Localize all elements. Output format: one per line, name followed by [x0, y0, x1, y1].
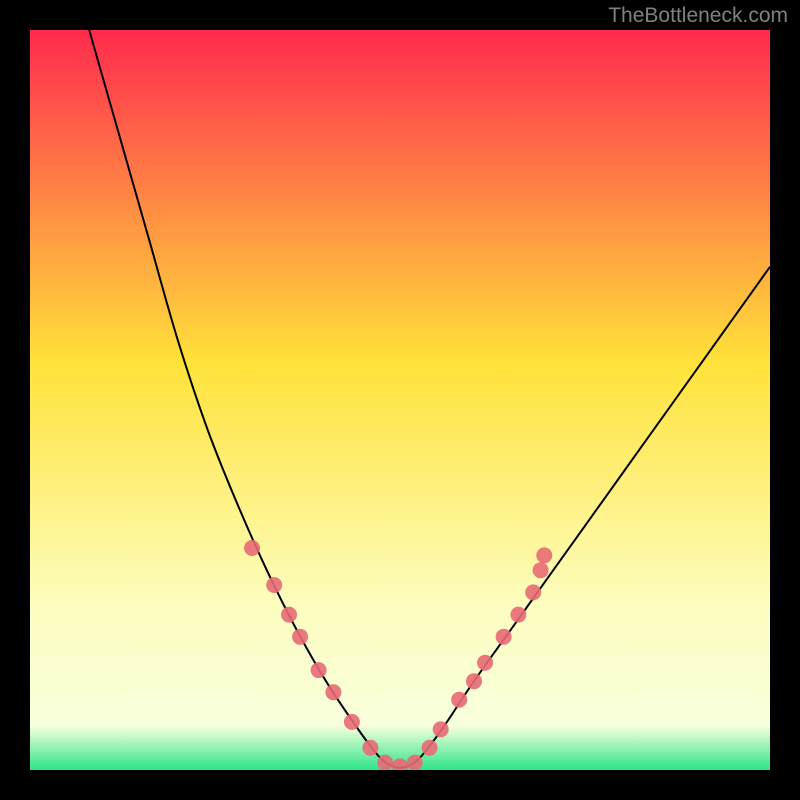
data-marker	[477, 655, 493, 671]
data-marker	[422, 740, 438, 756]
data-marker	[496, 629, 512, 645]
data-marker	[281, 607, 297, 623]
data-marker	[407, 755, 423, 770]
data-marker	[344, 714, 360, 730]
data-marker	[244, 540, 260, 556]
data-marker	[311, 662, 327, 678]
data-marker	[325, 684, 341, 700]
data-marker	[466, 673, 482, 689]
data-marker	[451, 692, 467, 708]
data-marker	[510, 607, 526, 623]
bottleneck-chart	[30, 30, 770, 770]
data-marker	[377, 755, 393, 770]
data-marker	[525, 584, 541, 600]
data-marker	[362, 740, 378, 756]
data-marker	[536, 547, 552, 563]
chart-background	[30, 30, 770, 770]
data-marker	[266, 577, 282, 593]
data-marker	[433, 721, 449, 737]
watermark-text: TheBottleneck.com	[608, 4, 788, 28]
data-marker	[292, 629, 308, 645]
data-marker	[533, 562, 549, 578]
